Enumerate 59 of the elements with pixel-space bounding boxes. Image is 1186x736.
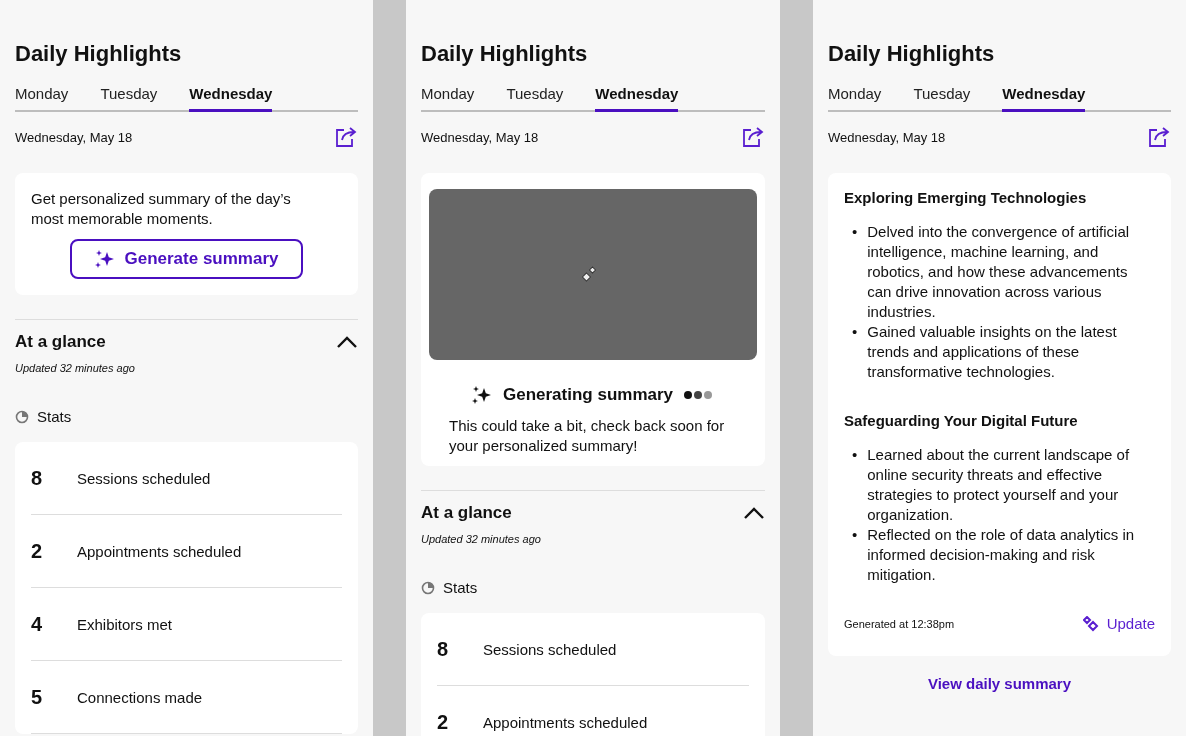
share-icon[interactable] [1147, 126, 1171, 148]
stat-value: 8 [31, 466, 44, 490]
share-icon[interactable] [741, 126, 765, 148]
pie-chart-icon [15, 409, 29, 424]
summary-prompt-text: Get personalized summary of the day’s most memorable moments. [31, 189, 292, 229]
day-tab[interactable]: Wednesday [595, 79, 679, 112]
view-summary-link[interactable]: View daily summary [921, 674, 1078, 693]
stat-value: 4 [31, 612, 44, 636]
stat-label: Exhibitors met [77, 615, 173, 633]
updated-time: Updated 32 minutes ago [15, 362, 135, 374]
day-tab[interactable]: Monday [828, 79, 882, 112]
date-label: Wednesday, May 18 [421, 129, 539, 145]
stat-label: Connections made [77, 688, 203, 706]
stat-value: 5 [31, 685, 44, 709]
summary-bullet: Learned about the current landscape of online security threats and effective strategies to protect yourself and your organization. [867, 445, 1131, 525]
section-title: At a glance [15, 332, 106, 352]
summary-bullet: Reflected on the role of data analytics in informed decision-making and risk mitigation. [867, 525, 1136, 585]
share-icon[interactable] [334, 126, 358, 148]
bullet-marker: • [852, 445, 858, 465]
day-tab[interactable]: Tuesday [100, 79, 158, 112]
page-title: Daily Highlights [15, 41, 183, 67]
day-tab[interactable]: Tuesday [506, 79, 564, 112]
stat-label: Sessions scheduled [483, 640, 617, 658]
update-button[interactable]: Update [1082, 615, 1155, 632]
section-heading: Safeguarding Your Digital Future [844, 412, 1079, 429]
page-title: Daily Highlights [421, 41, 589, 67]
day-tab[interactable]: Tuesday [913, 79, 971, 112]
stat-value: 2 [437, 710, 450, 734]
date-label: Wednesday, May 18 [15, 129, 133, 145]
bullet-marker: • [852, 222, 858, 242]
collapse-chevron-icon[interactable] [743, 506, 765, 520]
day-tab[interactable]: Monday [421, 79, 475, 112]
stat-label: Appointments scheduled [483, 713, 648, 731]
summary-bullet: Gained valuable insights on the latest trends and applications of these transformative technologies. [867, 322, 1118, 382]
diamonds-icon [1082, 615, 1099, 632]
sparkle-icon [470, 384, 493, 406]
stat-value: 8 [437, 637, 450, 661]
generating-status: Generating summary [502, 385, 674, 405]
generated-time: Generated at 12:38pm [844, 617, 955, 630]
collapse-chevron-icon[interactable] [336, 335, 358, 349]
stat-label: Sessions scheduled [77, 469, 211, 487]
day-tab[interactable]: Wednesday [189, 79, 273, 112]
stat-value: 2 [31, 539, 44, 563]
stat-label: Appointments scheduled [77, 542, 242, 560]
stats-label: Stats [37, 408, 72, 425]
bullet-marker: • [852, 322, 858, 342]
stats-label: Stats [443, 579, 478, 596]
page-title: Daily Highlights [828, 41, 996, 67]
updated-time: Updated 32 minutes ago [421, 533, 541, 545]
date-label: Wednesday, May 18 [828, 129, 946, 145]
generate-summary-button[interactable]: Generate summary [70, 239, 303, 279]
day-tab[interactable]: Wednesday [1002, 79, 1086, 112]
pie-chart-icon [421, 580, 435, 595]
day-tab[interactable]: Monday [15, 79, 69, 112]
summary-bullet: Delved into the convergence of artificial intelligence, machine learning, and robotics, and how these advancements can drive innovation across various industries. [867, 222, 1131, 322]
bullet-marker: • [852, 525, 858, 545]
section-title: At a glance [421, 503, 512, 523]
section-heading: Exploring Emerging Technologies [844, 189, 1088, 206]
generating-message: This could take a bit, check back soon for your personalized summary! [449, 416, 726, 456]
